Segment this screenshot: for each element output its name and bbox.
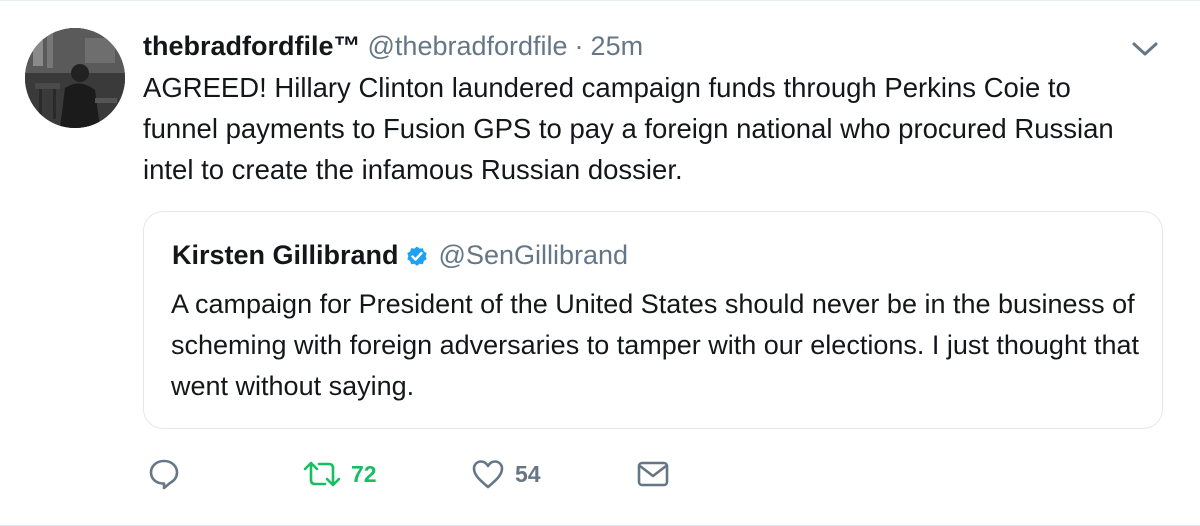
avatar[interactable]: [25, 28, 125, 128]
profile-photo: [25, 28, 125, 128]
reply-button[interactable]: [147, 453, 181, 495]
quoted-tweet-text: A campaign for President of the United S…: [171, 289, 1139, 401]
retweet-icon: [303, 459, 341, 489]
like-count: 54: [515, 460, 541, 487]
timestamp[interactable]: 25m: [591, 31, 644, 62]
user-handle[interactable]: @thebradfordfile: [368, 31, 568, 62]
display-name[interactable]: thebradfordfile™: [143, 31, 361, 62]
envelope-icon: [636, 459, 670, 489]
chevron-down-icon[interactable]: [1130, 37, 1160, 61]
direct-message-button[interactable]: [636, 453, 670, 495]
tweet-actions: 72 54: [143, 453, 703, 495]
quoted-display-name: Kirsten Gillibrand: [172, 240, 399, 270]
retweet-count: 72: [351, 460, 377, 487]
like-button[interactable]: 54: [471, 453, 541, 495]
verified-badge-icon: [405, 244, 429, 268]
heart-icon: [471, 458, 505, 490]
speech-bubble-icon: [147, 457, 181, 491]
tweet-header: thebradfordfile™ @thebradfordfile · 25m: [143, 31, 643, 63]
tweet-card[interactable]: thebradfordfile™ @thebradfordfile · 25m …: [0, 0, 1200, 526]
quoted-user-handle: @SenGillibrand: [438, 240, 629, 270]
header-separator: ·: [574, 31, 584, 61]
tweet-text: AGREED! Hillary Clinton laundered campai…: [143, 72, 1114, 185]
quoted-tweet-header: Kirsten Gillibrand @SenGillibrand: [172, 240, 628, 271]
retweet-button[interactable]: 72: [303, 453, 377, 495]
quoted-tweet[interactable]: Kirsten Gillibrand @SenGillibrand A camp…: [143, 211, 1163, 429]
